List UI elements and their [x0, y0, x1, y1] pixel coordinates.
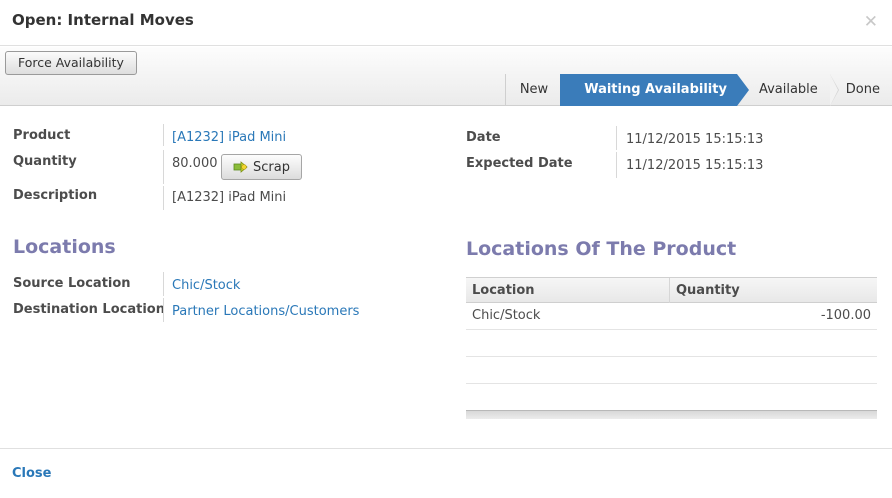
- description-value: [A1232] iPad Mini: [172, 190, 287, 205]
- field-divider: [163, 186, 164, 210]
- field-divider: [163, 298, 164, 322]
- stage-arrow: [736, 74, 749, 106]
- stage-label: New: [519, 82, 549, 97]
- dialog-title: Open: Internal Moves: [12, 11, 194, 29]
- column-header-quantity[interactable]: Quantity: [676, 283, 740, 298]
- expected-date-value: 11/12/2015 15:15:13: [626, 158, 764, 173]
- stage-label: Waiting Availability: [584, 82, 727, 97]
- product-locations-table: Location Quantity Chic/Stock -100.00: [466, 277, 877, 419]
- field-divider: [616, 152, 617, 178]
- source-location-label: Source Location: [13, 276, 131, 291]
- stage-waiting-availability[interactable]: Waiting Availability: [560, 74, 749, 106]
- status-bar: Force Availability New Waiting Availabil…: [0, 47, 892, 106]
- dialog-header: Open: Internal Moves ✕: [0, 0, 892, 46]
- column-header-location[interactable]: Location: [472, 283, 535, 298]
- stage-done[interactable]: Done: [830, 74, 892, 106]
- table-row[interactable]: Chic/Stock -100.00: [466, 303, 877, 330]
- field-divider: [163, 272, 164, 296]
- quantity-label: Quantity: [13, 154, 77, 169]
- table-header: Location Quantity: [466, 277, 877, 303]
- scrap-label: Scrap: [253, 159, 290, 175]
- stage-new[interactable]: New: [506, 74, 560, 106]
- description-label: Description: [13, 188, 98, 203]
- source-location-link[interactable]: Chic/Stock: [172, 278, 240, 293]
- locations-title: Locations: [13, 236, 116, 258]
- product-locations-title: Locations Of The Product: [466, 238, 737, 260]
- table-row-empty: [466, 330, 877, 357]
- table-row-empty: [466, 384, 877, 411]
- scrap-icon: [233, 160, 249, 174]
- column-divider: [669, 278, 670, 303]
- field-divider: [163, 124, 164, 146]
- field-divider: [616, 126, 617, 150]
- stage-pipeline: New Waiting Availability Available Done: [504, 74, 892, 106]
- scrap-button[interactable]: Scrap: [221, 154, 302, 180]
- stage-available[interactable]: Available: [737, 74, 839, 106]
- product-link[interactable]: [A1232] iPad Mini: [172, 130, 286, 145]
- table-footer: [466, 410, 877, 419]
- table-row-empty: [466, 357, 877, 384]
- date-label: Date: [466, 130, 501, 145]
- force-availability-button[interactable]: Force Availability: [5, 51, 137, 75]
- cell-quantity: -100.00: [820, 308, 871, 323]
- dialog-footer: Close: [0, 448, 892, 498]
- close-button[interactable]: Close: [12, 466, 51, 481]
- stage-separator-inner: [829, 74, 838, 106]
- stage-label: Available: [758, 82, 818, 97]
- date-value: 11/12/2015 15:15:13: [626, 132, 764, 147]
- product-label: Product: [13, 128, 71, 143]
- quantity-value: 80.000: [172, 156, 218, 171]
- close-icon[interactable]: ✕: [864, 12, 878, 32]
- stage-label: Done: [845, 82, 880, 97]
- cell-location: Chic/Stock: [472, 308, 541, 323]
- expected-date-label: Expected Date: [466, 156, 573, 171]
- destination-location-link[interactable]: Partner Locations/Customers: [172, 304, 359, 319]
- field-divider: [163, 150, 164, 184]
- destination-location-label: Destination Location: [13, 302, 165, 317]
